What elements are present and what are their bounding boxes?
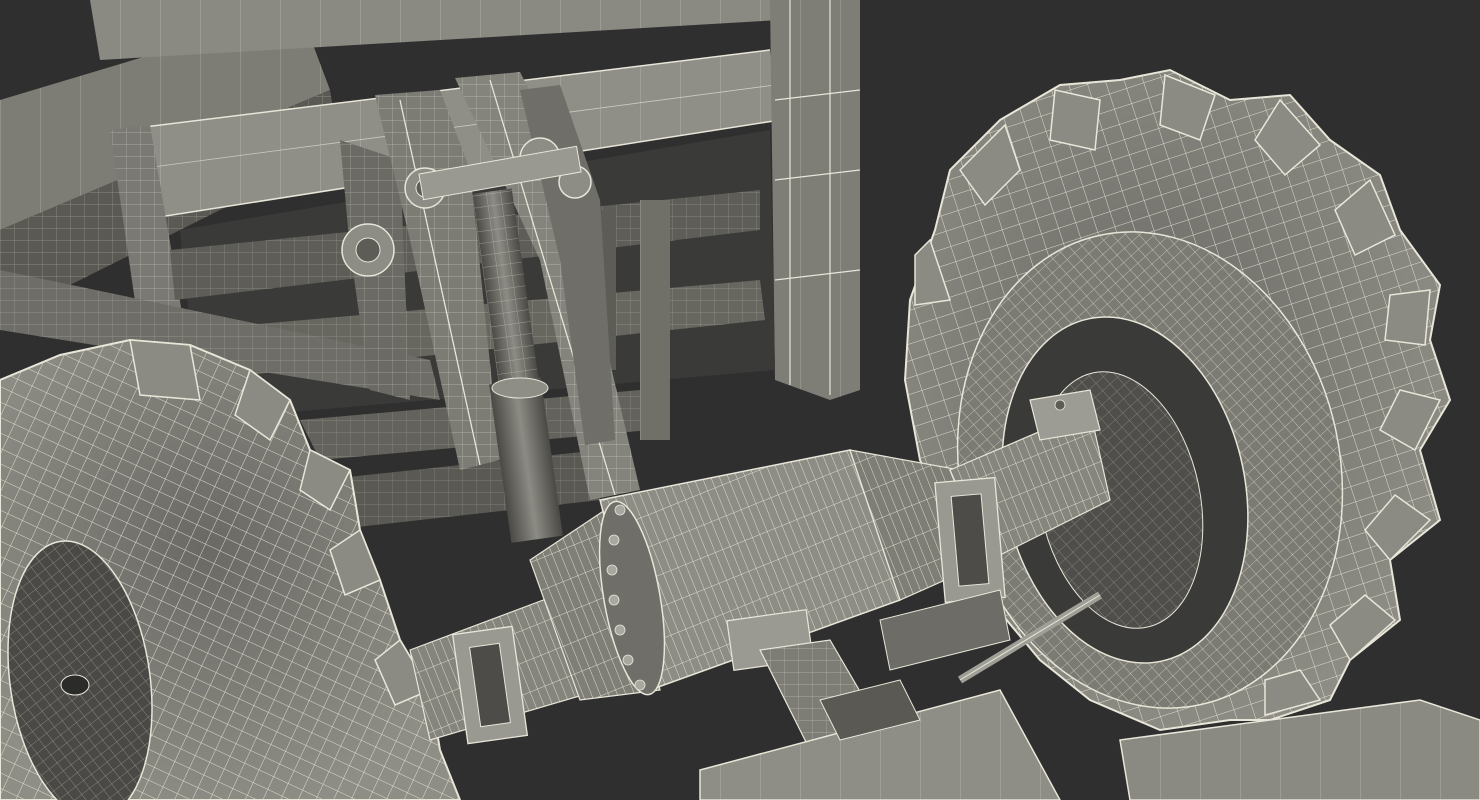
wireframe-render-canvas <box>0 0 1480 800</box>
